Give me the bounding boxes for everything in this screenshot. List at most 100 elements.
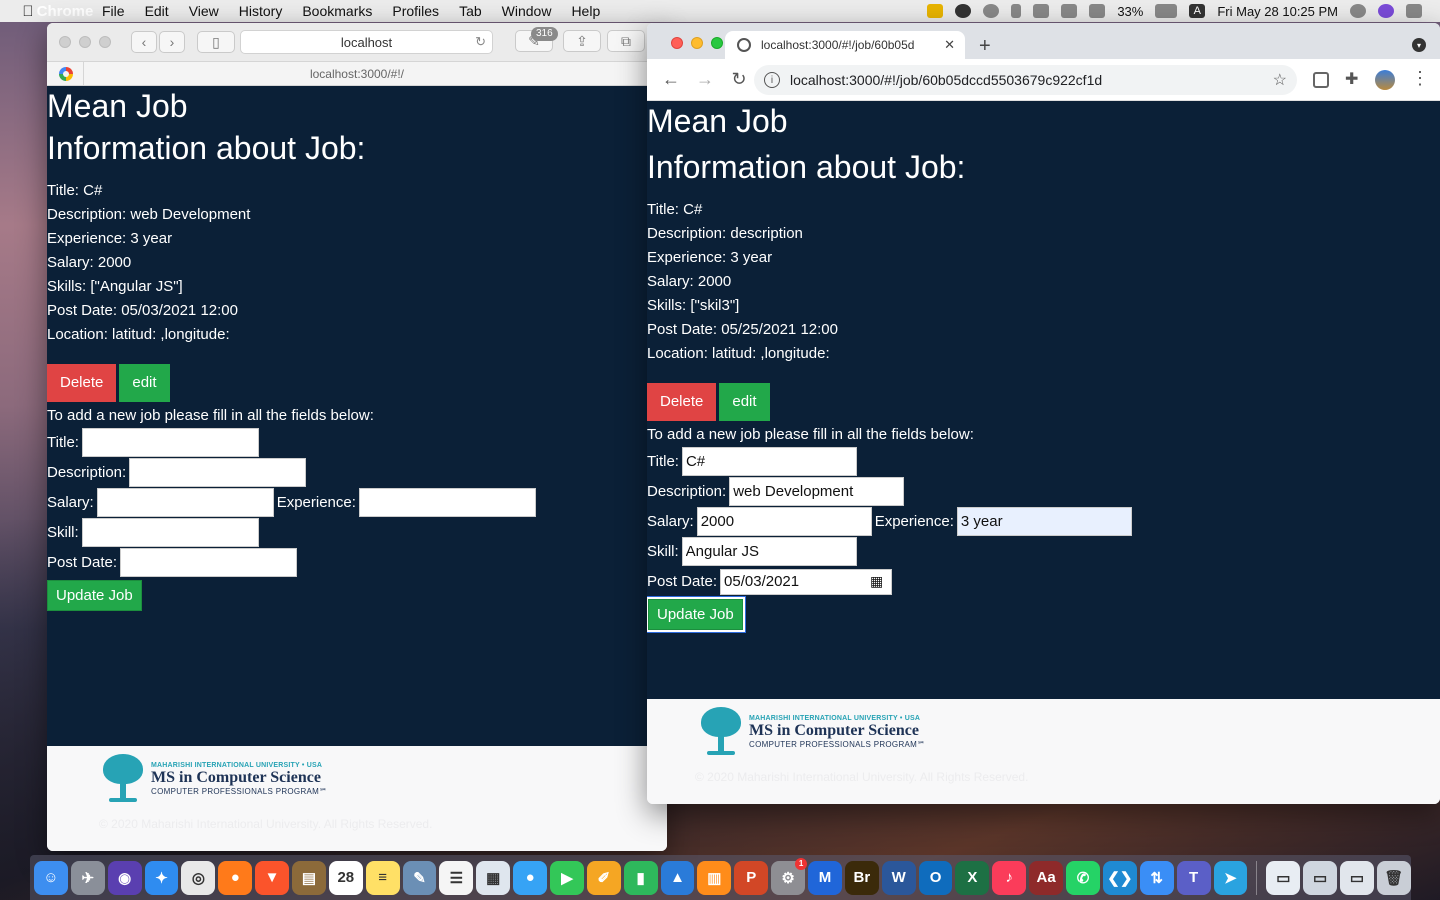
forward-button[interactable]: › xyxy=(159,31,185,53)
music-icon[interactable]: ♪ xyxy=(992,860,1027,895)
title-input[interactable] xyxy=(681,447,857,477)
tab-search-icon[interactable]: ▾ xyxy=(1412,38,1426,52)
photos-icon[interactable]: ▦ xyxy=(476,860,511,895)
reload-icon[interactable]: ↻ xyxy=(729,69,749,90)
bookmark-star-icon[interactable]: ☆ xyxy=(1273,70,1287,90)
notes-brown-icon[interactable]: ▤ xyxy=(292,860,326,895)
experience-input[interactable] xyxy=(956,507,1132,537)
word-icon[interactable]: W xyxy=(881,860,916,895)
norton-icon[interactable] xyxy=(927,4,944,18)
extension-cube-icon[interactable] xyxy=(1313,72,1329,88)
volume-icon[interactable] xyxy=(1089,4,1106,18)
transmit-icon[interactable]: ⇅ xyxy=(1139,860,1174,895)
notes-icon[interactable]: ≡ xyxy=(365,860,400,895)
menu-bookmarks[interactable]: Bookmarks xyxy=(302,3,372,19)
airplay-icon[interactable] xyxy=(1061,4,1078,18)
skill-input[interactable] xyxy=(81,518,259,548)
menu-help[interactable]: Help xyxy=(571,3,600,19)
malwarebytes-icon[interactable]: M xyxy=(808,860,842,895)
minimize-window-icon[interactable] xyxy=(79,36,91,48)
zoom-window-icon[interactable] xyxy=(711,37,723,49)
bluetooth-icon[interactable] xyxy=(1011,4,1022,18)
delete-button[interactable]: Delete xyxy=(47,363,117,402)
menu-tab[interactable]: Tab xyxy=(459,3,482,19)
menu-edit[interactable]: Edit xyxy=(145,3,169,19)
description-input[interactable] xyxy=(729,477,905,507)
safari-tab[interactable]: localhost:3000/#!/ xyxy=(47,62,667,86)
battery-percent[interactable]: 33% xyxy=(1117,4,1143,19)
brave-icon[interactable]: ▼ xyxy=(255,860,290,895)
description-input[interactable] xyxy=(129,458,307,488)
chrome-menu-icon[interactable]: ⋮ xyxy=(1411,68,1429,88)
preview-icon[interactable]: ✎ xyxy=(402,860,437,895)
forward-arrow-icon[interactable]: → xyxy=(695,69,715,90)
skill-input[interactable] xyxy=(681,537,857,567)
profile-avatar[interactable] xyxy=(1375,70,1395,90)
minimize-window-icon[interactable] xyxy=(691,37,703,49)
notification-center-icon[interactable] xyxy=(1406,4,1422,18)
menu-window[interactable]: Window xyxy=(502,3,552,19)
firefox-icon[interactable]: ● xyxy=(218,860,253,895)
telegram-icon[interactable]: ➤ xyxy=(1213,860,1248,895)
whatsapp-icon[interactable]: ✆ xyxy=(1066,860,1100,895)
trash-icon[interactable]: 🗑 xyxy=(1376,860,1411,895)
chrome-active-tab[interactable]: localhost:3000/#!/job/60b05d ✕ xyxy=(725,31,965,59)
safari-address-bar[interactable]: localhost ↻ xyxy=(240,30,493,54)
siri-menu-icon[interactable] xyxy=(1378,4,1394,18)
excel-icon[interactable]: X xyxy=(955,860,990,895)
update-job-button[interactable]: Update Job xyxy=(47,579,142,611)
zoom-window-icon[interactable] xyxy=(99,36,111,48)
siri-icon[interactable]: ◉ xyxy=(107,860,142,895)
salary-input[interactable] xyxy=(696,507,872,537)
window-preview-icon[interactable]: ▭ xyxy=(1303,860,1338,895)
title-input[interactable] xyxy=(81,428,259,458)
reload-icon[interactable]: ↻ xyxy=(475,34,486,50)
input-source-icon[interactable]: A xyxy=(1189,4,1206,18)
site-info-icon[interactable]: i xyxy=(764,72,780,88)
new-tab-icon[interactable]: + xyxy=(979,35,991,58)
reminders-icon[interactable]: ☰ xyxy=(439,860,474,895)
back-button[interactable]: ‹ xyxy=(131,31,157,53)
downloads-folder-icon[interactable]: ▭ xyxy=(1266,860,1301,895)
launchpad-icon[interactable]: ✈ xyxy=(70,860,105,895)
share-icon[interactable]: ⇪ xyxy=(563,30,601,52)
close-tab-icon[interactable]: ✕ xyxy=(944,37,955,53)
close-window-icon[interactable] xyxy=(671,37,683,49)
post-date-input[interactable] xyxy=(120,548,298,578)
compass-icon[interactable] xyxy=(955,4,972,18)
post-date-input[interactable] xyxy=(720,568,893,595)
bridge-icon[interactable]: Br xyxy=(844,860,879,895)
dictionary-icon[interactable]: Aa xyxy=(1029,860,1064,895)
sidebar-toggle-icon[interactable]: ▯ xyxy=(197,31,235,53)
calendar-icon[interactable]: 28 xyxy=(328,860,363,895)
powerpoint-icon[interactable]: P xyxy=(734,860,769,895)
calendar-picker-icon[interactable]: ▦ xyxy=(870,573,883,590)
system-preferences-icon[interactable]: ⚙ 1 xyxy=(771,857,808,895)
update-job-button[interactable]: Update Job xyxy=(647,596,745,632)
edit-button[interactable]: edit xyxy=(719,382,770,421)
pages-icon[interactable]: ✐ xyxy=(586,860,621,895)
chrome-icon[interactable]: ◎ xyxy=(181,860,216,895)
outlook-icon[interactable]: O xyxy=(918,860,953,895)
safari-icon[interactable]: ✦ xyxy=(144,860,179,895)
books-icon[interactable]: ▥ xyxy=(697,860,732,895)
delete-button[interactable]: Delete xyxy=(647,382,717,421)
wifi-icon[interactable] xyxy=(1033,4,1050,18)
menu-profiles[interactable]: Profiles xyxy=(392,3,439,19)
window-preview-2-icon[interactable]: ▭ xyxy=(1340,860,1374,895)
menu-file[interactable]: File xyxy=(102,3,125,19)
facetime-icon[interactable]: ▶ xyxy=(550,860,584,895)
menu-history[interactable]: History xyxy=(239,3,283,19)
spotlight-icon[interactable] xyxy=(1350,4,1366,18)
time-machine-icon[interactable] xyxy=(983,4,1000,18)
salary-input[interactable] xyxy=(96,488,274,518)
back-arrow-icon[interactable]: ← xyxy=(661,69,681,90)
tabs-overview-icon[interactable]: ⧉ xyxy=(607,30,645,52)
apple-icon[interactable]:  xyxy=(18,1,38,21)
numbers-icon[interactable]: ▮ xyxy=(623,860,658,895)
teams-icon[interactable]: T xyxy=(1176,860,1211,895)
keynote-icon[interactable]: ▲ xyxy=(660,860,695,895)
extensions-puzzle-icon[interactable]: ✚ xyxy=(1345,69,1361,88)
address-bar[interactable]: i localhost:3000/#!/job/60b05dccd5503679… xyxy=(754,65,1297,95)
vscode-icon[interactable]: ❮❯ xyxy=(1102,860,1137,895)
